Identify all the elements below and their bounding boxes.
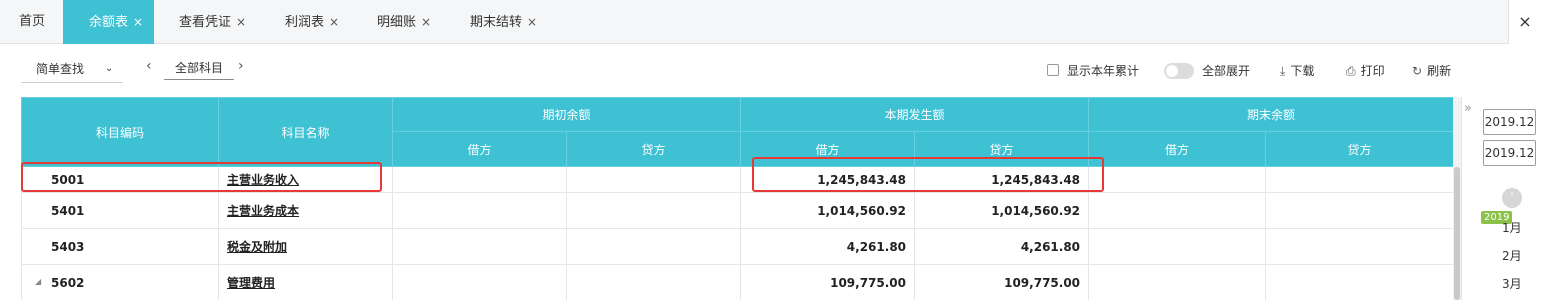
account-name[interactable]: 税金及附加 [227, 240, 287, 254]
closing-debit-cell [1088, 264, 1267, 300]
opening-debit-cell [392, 166, 567, 193]
close-all-icon[interactable]: × [1508, 0, 1541, 44]
search-mode-select[interactable]: 简单查找 ⌄ [21, 57, 123, 83]
account-code: 5403 [21, 228, 219, 265]
table-row: ◢ 5602 管理费用 109,775.00 109,775.00 [21, 264, 1453, 300]
closing-credit-cell [1265, 192, 1453, 229]
close-icon[interactable]: × [133, 15, 143, 29]
closing-credit-cell [1265, 228, 1453, 265]
close-icon[interactable]: × [236, 15, 246, 29]
opening-credit-cell [565, 264, 742, 300]
vertical-scrollbar[interactable] [1453, 97, 1461, 300]
balance-table: 科目编码 科目名称 期初余额 本期发生额 期末余额 借方 贷方 借方 贷方 借方… [21, 97, 1453, 300]
print-label: 打印 [1360, 64, 1385, 78]
refresh-icon: ↻ [1412, 64, 1423, 78]
show-year-total-checkbox[interactable]: 显示本年累计 [1047, 62, 1139, 80]
tab-balance-sheet[interactable]: 余额表 × [63, 0, 154, 44]
closing-credit-cell [1265, 264, 1453, 300]
header-current-period: 本期发生额 [740, 97, 1090, 132]
tab-detail-ledger[interactable]: 明细账 × [377, 0, 431, 44]
toolbar: 简单查找 ⌄ ‹ 全部科目 › 显示本年累计 全部展开 ⤓ 下载 ⎙ 打印 ↻ 刷新 [0, 54, 1541, 86]
subject-filter-button[interactable]: 全部科目 [164, 58, 234, 80]
refresh-button[interactable]: ↻ 刷新 [1412, 62, 1451, 80]
current-credit-cell: 1,014,560.92 [914, 192, 1090, 229]
tab-period-closing[interactable]: 期末结转 × [470, 0, 537, 44]
tab-label: 首页 [19, 14, 46, 29]
month-item[interactable]: 2月 [1502, 247, 1522, 264]
close-icon[interactable]: × [527, 15, 537, 29]
tab-label: 余额表 [89, 15, 129, 30]
closing-credit-cell [1265, 166, 1453, 193]
header-credit: 贷方 [565, 131, 742, 167]
tab-label: 期末结转 [470, 15, 523, 30]
opening-debit-cell [392, 228, 567, 265]
account-code: 5401 [21, 192, 219, 229]
download-button[interactable]: ⤓ 下载 [1280, 62, 1314, 80]
account-code-cell: ◢ 5602 [21, 264, 219, 300]
expand-all-label: 全部展开 [1202, 64, 1251, 78]
table-row: 5403 税金及附加 4,261.80 4,261.80 [21, 228, 1453, 265]
download-label: 下载 [1290, 64, 1315, 78]
month-item[interactable]: 1月 [1502, 219, 1522, 236]
tab-view-voucher[interactable]: 查看凭证 × [179, 0, 246, 44]
period-end-field[interactable]: 2019.12 [1483, 140, 1536, 166]
expand-all-toggle[interactable]: 全部展开 [1164, 62, 1250, 80]
tab-bar: 首页 余额表 × 查看凭证 × 利润表 × 明细账 × 期末结转 × × [0, 0, 1541, 44]
current-credit-cell: 4,261.80 [914, 228, 1090, 265]
month-item[interactable]: 3月 [1502, 275, 1522, 292]
closing-debit-cell [1088, 228, 1267, 265]
printer-icon: ⎙ [1346, 64, 1356, 78]
expand-triangle-icon[interactable]: ◢ [35, 277, 41, 286]
chevron-down-icon: ⌄ [105, 63, 114, 74]
tab-label: 查看凭证 [179, 15, 232, 30]
header-closing-balance: 期末余额 [1088, 97, 1453, 132]
chevron-left-icon[interactable]: ‹ [146, 58, 152, 74]
current-credit-cell: 109,775.00 [914, 264, 1090, 300]
tab-label: 明细账 [377, 15, 417, 30]
tab-income-statement[interactable]: 利润表 × [285, 0, 339, 44]
tab-home[interactable]: 首页 [19, 0, 45, 44]
highlight-box-amounts [752, 157, 1104, 192]
print-button[interactable]: ⎙ 打印 [1346, 62, 1385, 80]
opening-credit-cell [565, 192, 742, 229]
closing-debit-cell [1088, 192, 1267, 229]
header-opening-balance: 期初余额 [391, 97, 742, 132]
opening-credit-cell [565, 228, 742, 265]
scrollbar-thumb[interactable] [1454, 167, 1460, 300]
refresh-label: 刷新 [1427, 64, 1452, 78]
chevron-up-icon[interactable]: ˄ [1502, 188, 1522, 208]
opening-credit-cell [565, 166, 742, 193]
opening-debit-cell [392, 192, 567, 229]
close-icon[interactable]: × [329, 15, 339, 29]
header-debit: 借方 [392, 131, 567, 167]
current-debit-cell: 109,775.00 [740, 264, 916, 300]
header-account-code: 科目编码 [21, 97, 219, 167]
period-panel: » 2019.12 2019.12 ˄ 2019 1月 2月 3月 [1461, 97, 1541, 300]
double-chevron-right-icon[interactable]: » [1464, 101, 1472, 116]
header-account-name: 科目名称 [218, 97, 393, 167]
header-debit: 借方 [1088, 131, 1267, 167]
highlight-box-account [21, 162, 382, 192]
account-name[interactable]: 主营业务成本 [227, 204, 299, 218]
close-icon[interactable]: × [421, 15, 431, 29]
search-mode-label: 简单查找 [36, 62, 85, 76]
period-start-field[interactable]: 2019.12 [1483, 109, 1536, 135]
account-name-link[interactable]: 税金及附加 [218, 228, 393, 265]
toggle-switch-icon[interactable] [1164, 63, 1194, 79]
account-name-link[interactable]: 主营业务成本 [218, 192, 393, 229]
show-year-total-label: 显示本年累计 [1067, 64, 1140, 78]
checkbox-icon[interactable] [1047, 64, 1059, 76]
closing-debit-cell [1088, 166, 1267, 193]
opening-debit-cell [392, 264, 567, 300]
current-debit-cell: 4,261.80 [740, 228, 916, 265]
chevron-right-icon[interactable]: › [238, 58, 244, 74]
download-icon: ⤓ [1280, 64, 1286, 78]
account-code: 5602 [51, 275, 85, 290]
account-name-link[interactable]: 管理费用 [218, 264, 393, 300]
current-debit-cell: 1,014,560.92 [740, 192, 916, 229]
header-credit: 贷方 [1265, 131, 1453, 167]
tab-label: 利润表 [285, 15, 325, 30]
account-name[interactable]: 管理费用 [227, 276, 275, 290]
table-row: 5401 主营业务成本 1,014,560.92 1,014,560.92 [21, 192, 1453, 229]
